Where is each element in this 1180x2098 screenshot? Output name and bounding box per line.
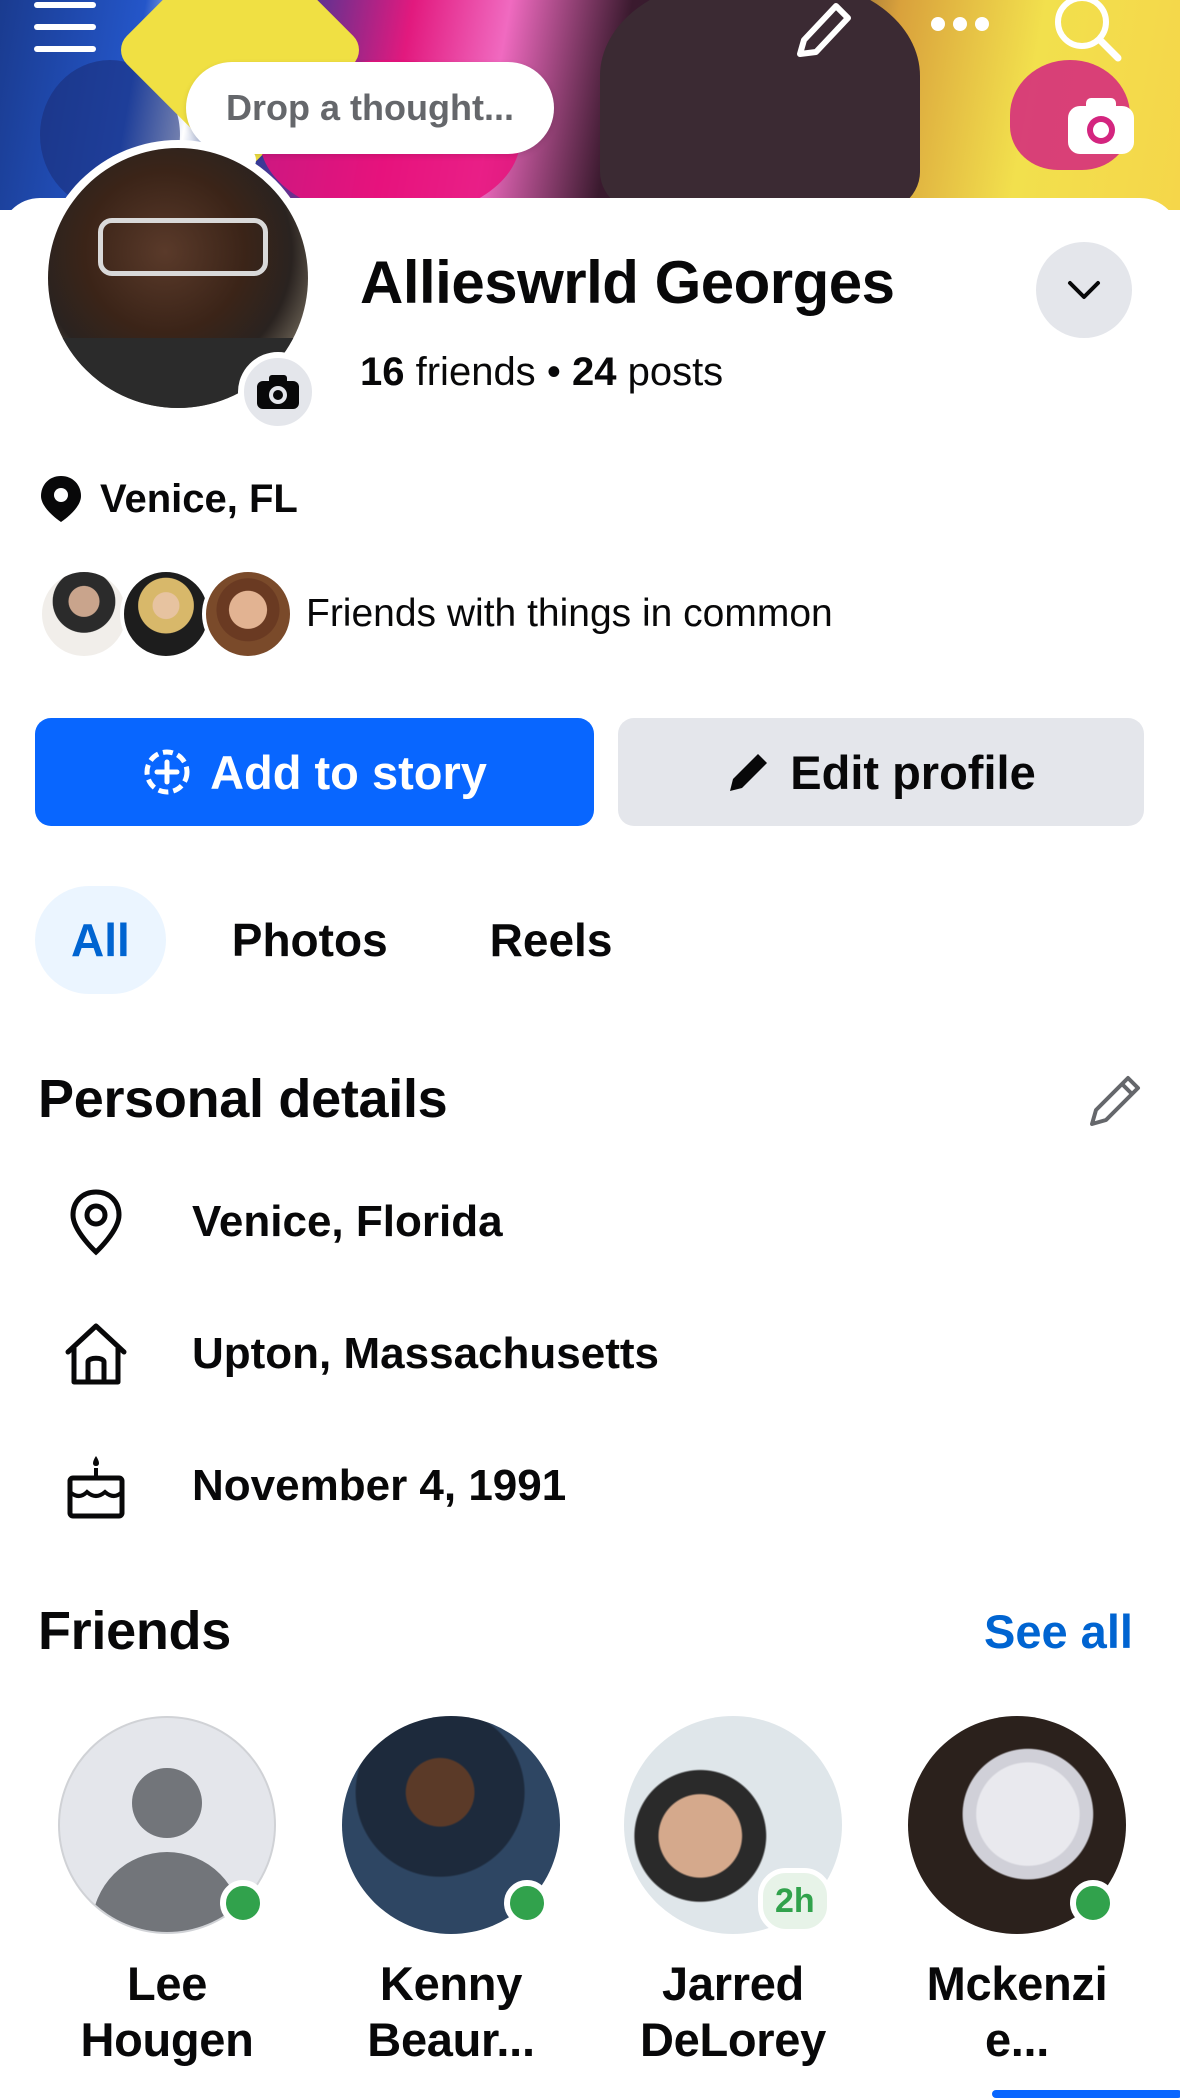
detail-hometown-text: Upton, Massachusetts: [192, 1329, 659, 1378]
mutual-friends-text: Friends with things in common: [306, 592, 833, 635]
online-status-dot: [220, 1880, 266, 1926]
pencil-icon: [730, 754, 768, 791]
personal-details-title: Personal details: [38, 1069, 448, 1129]
profile-picture-camera-icon[interactable]: [238, 352, 318, 432]
see-all-friends-link[interactable]: See all: [984, 1604, 1133, 1659]
friend-name: Lee Hougen: [80, 1957, 254, 2066]
tab-reels[interactable]: Reels: [454, 886, 649, 994]
friends-title: Friends: [38, 1601, 231, 1661]
friend-card[interactable]: Kenny Beaur...: [326, 1716, 576, 2068]
detail-current-city[interactable]: Venice, Florida: [60, 1186, 503, 1258]
home-icon: [60, 1318, 132, 1390]
stats-separator: •: [546, 350, 561, 394]
profile-stats: 16 friends • 24 posts: [360, 350, 723, 395]
add-to-story-label: Add to story: [210, 745, 487, 799]
detail-current-city-text: Venice, Florida: [192, 1197, 503, 1246]
mutual-friends-row[interactable]: Friends with things in common: [38, 568, 833, 660]
menu-icon[interactable]: [34, 2, 96, 52]
birthday-cake-icon: [60, 1450, 132, 1522]
profile-dropdown-button[interactable]: [1036, 242, 1132, 338]
friend-card[interactable]: Lee Hougen: [42, 1716, 292, 2068]
cover-camera-icon[interactable]: [1066, 96, 1136, 156]
friends-label[interactable]: friends: [416, 350, 536, 394]
mutual-friend-avatar: [202, 568, 294, 660]
detail-birthday[interactable]: November 4, 1991: [60, 1450, 566, 1522]
posts-label: posts: [627, 350, 724, 394]
edit-profile-button[interactable]: Edit profile: [618, 718, 1144, 826]
profile-tabs: All Photos Reels: [35, 886, 678, 994]
last-active-badge: 2h: [758, 1868, 832, 1934]
location-pin-filled-icon: [41, 476, 81, 522]
edit-details-pencil-icon[interactable]: [1086, 1070, 1146, 1130]
tab-all[interactable]: All: [35, 886, 166, 994]
profile-location-text: Venice, FL: [100, 476, 298, 521]
mutual-friend-avatar: [38, 568, 130, 660]
mutual-friend-avatar: [120, 568, 212, 660]
thought-bubble[interactable]: Drop a thought...: [186, 62, 554, 154]
friend-card[interactable]: 2h Jarred DeLorey: [608, 1716, 858, 2068]
add-to-story-button[interactable]: Add to story: [35, 718, 594, 826]
scroll-indicator: [992, 2090, 1180, 2098]
tab-photos[interactable]: Photos: [196, 886, 424, 994]
chevron-down-icon: [1068, 281, 1100, 299]
search-icon[interactable]: [1052, 0, 1124, 64]
friend-name: Mckenzi e...: [926, 1957, 1108, 2066]
friend-card[interactable]: Mckenzi e...: [892, 1716, 1142, 2068]
profile-location: Venice, FL: [38, 474, 298, 524]
posts-count: 24: [571, 350, 617, 394]
more-options-icon[interactable]: [928, 14, 992, 34]
online-status-dot: [1070, 1880, 1116, 1926]
add-story-icon: [144, 749, 190, 795]
pencil-icon[interactable]: [790, 0, 860, 60]
detail-hometown[interactable]: Upton, Massachusetts: [60, 1318, 659, 1390]
profile-name: Allieswrld Georges: [360, 249, 895, 316]
friend-name: Jarred DeLorey: [640, 1957, 826, 2066]
friend-name: Kenny Beaur...: [367, 1957, 535, 2066]
friends-count[interactable]: 16: [360, 350, 405, 394]
online-status-dot: [504, 1880, 550, 1926]
edit-profile-label: Edit profile: [790, 745, 1036, 799]
detail-birthday-text: November 4, 1991: [192, 1461, 567, 1510]
location-pin-icon: [60, 1186, 132, 1258]
